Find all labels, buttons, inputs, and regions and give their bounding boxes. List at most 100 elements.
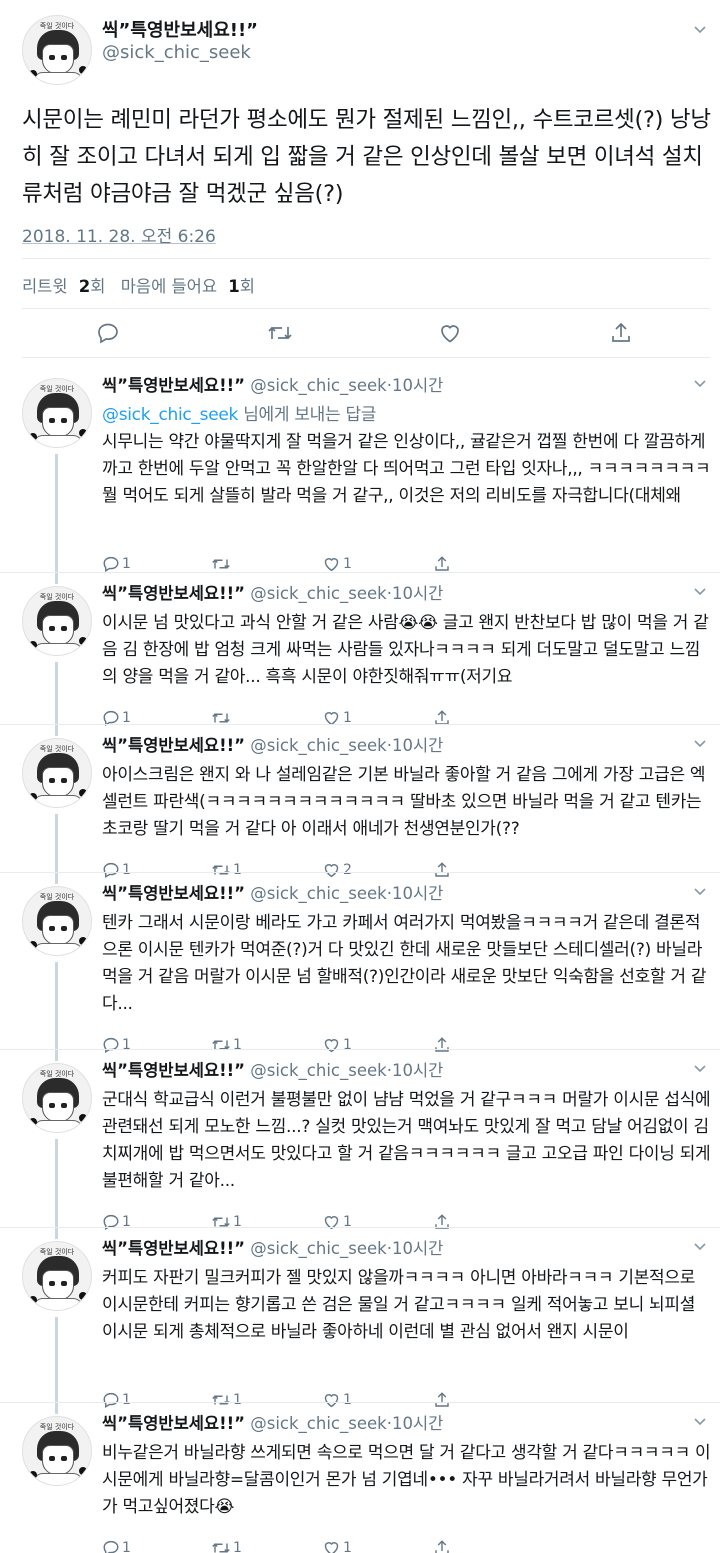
reply-to-handle[interactable]: @sick_chic_seek	[102, 405, 238, 425]
retweet-button[interactable]	[267, 318, 293, 348]
reply-text: 아이스크림은 왠지 와 나 설레임같은 기본 바닐라 좋아할 거 같음 그에게 …	[102, 765, 706, 839]
share-icon	[435, 1037, 449, 1052]
reply-icon	[103, 1037, 119, 1054]
author-name[interactable]: 씩”특영반보세요!!”	[102, 884, 245, 903]
heart-icon	[324, 558, 339, 572]
retweet-button[interactable]: 1	[211, 1533, 242, 1553]
retweet-icon	[212, 1217, 230, 1227]
reply-count: 1	[122, 1540, 131, 1553]
avatar[interactable]: 죽일 것이다	[22, 15, 92, 85]
reply-button[interactable]: 1	[102, 703, 131, 733]
like-button[interactable]: 1	[322, 1207, 352, 1237]
share-button[interactable]	[433, 1533, 451, 1553]
reply-header: 씩”특영반보세요!!” @sick_chic_seek·10시간	[102, 372, 443, 396]
retweet-count: 1	[233, 1392, 242, 1408]
reply-text: 시무니는 약간 야물딱지게 잘 먹을거 같은 인상이다,, 귤같은거 껍찔 한번…	[102, 432, 711, 506]
avatar[interactable]: 죽일 것이다	[22, 1241, 92, 1311]
reply-button[interactable]: 1	[102, 1030, 131, 1060]
reply-time[interactable]: ·10시간	[387, 1414, 444, 1433]
chevron-down-icon[interactable]	[692, 884, 708, 900]
reply-header: 씩”특영반보세요!!” @sick_chic_seek·10시간	[102, 1057, 443, 1081]
like-button[interactable]: 1	[322, 1030, 352, 1060]
author-handle[interactable]: @sick_chic_seek	[102, 42, 251, 63]
chevron-down-icon[interactable]	[692, 736, 708, 752]
reply-text: 비누같은거 바닐라향 쓰게되면 속으로 먹으면 달 거 같다고 생각할 거 같다…	[102, 1443, 711, 1517]
chevron-down-icon[interactable]	[692, 1061, 708, 1077]
share-icon	[435, 556, 449, 571]
like-button[interactable]: 1	[322, 703, 352, 733]
avatar[interactable]: 죽일 것이다	[22, 738, 92, 808]
retweet-icon	[212, 1040, 230, 1050]
author-handle[interactable]: @sick_chic_seek	[250, 376, 386, 395]
retweet-stat-count[interactable]: 2	[79, 277, 90, 296]
avatar[interactable]: 죽일 것이다	[22, 378, 92, 448]
reply-time[interactable]: ·10시간	[387, 884, 444, 903]
retweet-icon	[212, 1395, 230, 1405]
author-name[interactable]: 씩”특영반보세요!!”	[102, 1061, 245, 1080]
reply-time[interactable]: ·10시간	[387, 584, 444, 603]
retweet-button[interactable]	[211, 703, 233, 733]
author-name[interactable]: 씩”특영반보세요!!”	[102, 584, 245, 603]
share-button[interactable]	[609, 318, 633, 348]
chevron-down-icon[interactable]	[692, 1239, 708, 1255]
author-handle[interactable]: @sick_chic_seek	[250, 884, 386, 903]
reply-count: 1	[122, 1392, 131, 1408]
reply-button[interactable]	[96, 318, 120, 348]
like-button[interactable]	[438, 318, 462, 348]
reply-header: 씩”특영반보세요!!” @sick_chic_seek·10시간	[102, 880, 443, 904]
like-count: 1	[343, 1037, 352, 1053]
retweet-button[interactable]: 1	[211, 1207, 242, 1237]
author-name[interactable]: 씩”특영반보세요!!”	[102, 1414, 245, 1433]
like-stat-label[interactable]: 마음에 들어요	[121, 277, 217, 296]
share-button[interactable]	[433, 1207, 451, 1237]
author-name[interactable]: 씩”특영반보세요!!”	[102, 736, 245, 755]
retweet-icon	[212, 865, 230, 875]
like-stat-count[interactable]: 1	[228, 277, 239, 296]
chevron-down-icon[interactable]	[692, 1414, 708, 1430]
reply-button[interactable]: 1	[102, 549, 131, 579]
reply-action-bar: 1 1 1	[0, 1207, 720, 1237]
chevron-down-icon[interactable]	[692, 22, 708, 38]
author-name[interactable]: 씩”특영반보세요!!”	[102, 16, 258, 42]
like-button[interactable]: 1	[322, 1533, 352, 1553]
reply-button[interactable]: 1	[102, 1207, 131, 1237]
share-button[interactable]	[433, 703, 451, 733]
author-name[interactable]: 씩”특영반보세요!!”	[102, 1239, 245, 1258]
retweet-stat-unit: 회	[90, 277, 106, 296]
reply-time[interactable]: ·10시간	[387, 376, 444, 395]
tweet-timestamp[interactable]: 2018. 11. 28. 오전 6:26	[22, 222, 216, 247]
reply-time[interactable]: ·10시간	[387, 736, 444, 755]
author-handle[interactable]: @sick_chic_seek	[250, 736, 386, 755]
like-count: 1	[343, 556, 352, 572]
author-name[interactable]: 씩”특영반보세요!!”	[102, 376, 245, 395]
like-button[interactable]: 1	[322, 549, 352, 579]
avatar[interactable]: 죽일 것이다	[22, 586, 92, 656]
share-button[interactable]	[433, 549, 451, 579]
avatar[interactable]: 죽일 것이다	[22, 1416, 92, 1486]
author-handle[interactable]: @sick_chic_seek	[250, 1061, 386, 1080]
reply-count: 1	[122, 1037, 131, 1053]
reply-header: 씩”특영반보세요!!” @sick_chic_seek·10시간	[102, 580, 443, 604]
reply-text: 군대식 학교급식 이런거 불평불만 없이 냠냠 먹었을 거 같구ㅋㅋㅋ 머랄가 …	[102, 1090, 711, 1191]
retweet-button[interactable]	[211, 549, 233, 579]
author-handle[interactable]: @sick_chic_seek	[250, 584, 386, 603]
reply-button[interactable]: 1	[102, 1533, 131, 1553]
reply-icon	[103, 1392, 119, 1409]
retweet-count: 1	[233, 862, 242, 878]
avatar[interactable]: 죽일 것이다	[22, 886, 92, 956]
like-stat-unit: 회	[239, 277, 255, 296]
share-button[interactable]	[433, 1030, 451, 1060]
divider	[22, 258, 710, 259]
divider	[0, 724, 720, 725]
retweet-stat-label[interactable]: 리트윗	[22, 277, 68, 296]
reply-time[interactable]: ·10시간	[387, 1239, 444, 1258]
chevron-down-icon[interactable]	[692, 584, 708, 600]
reply-action-bar: 1 1 1	[0, 1533, 720, 1553]
avatar[interactable]: 죽일 것이다	[22, 1063, 92, 1133]
author-handle[interactable]: @sick_chic_seek	[250, 1414, 386, 1433]
reply-time[interactable]: ·10시간	[387, 1061, 444, 1080]
author-handle[interactable]: @sick_chic_seek	[250, 1239, 386, 1258]
retweet-icon	[212, 559, 230, 569]
chevron-down-icon[interactable]	[692, 376, 708, 392]
retweet-button[interactable]: 1	[211, 1030, 242, 1060]
